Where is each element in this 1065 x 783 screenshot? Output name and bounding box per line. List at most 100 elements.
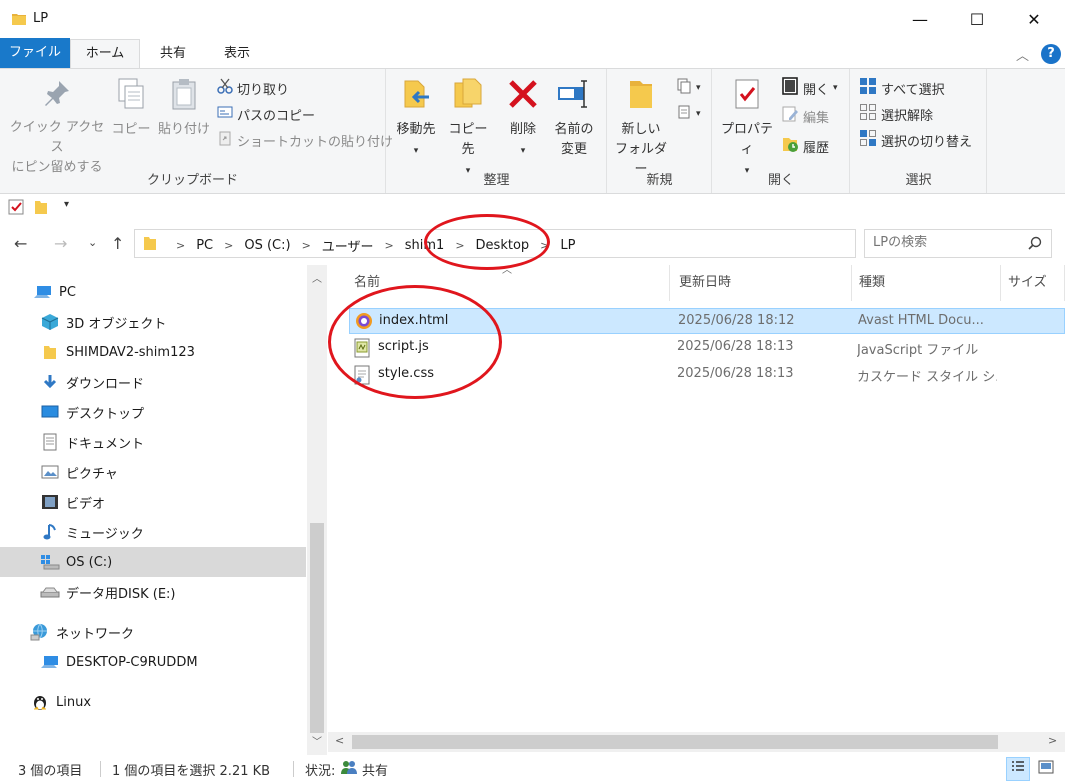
history-label: 履歴 bbox=[803, 140, 830, 156]
large-icons-view-button[interactable] bbox=[1034, 757, 1058, 781]
folder-icon bbox=[12, 12, 26, 30]
clipboard-group: クイック アクセス にピン留めする コピー 貼り付け 切り取り パスのコピー シ… bbox=[0, 69, 393, 193]
customize-qat-icon[interactable]: ▾ bbox=[64, 199, 69, 210]
nav-item-data-disk[interactable]: データ用DISK (E:) bbox=[0, 577, 306, 607]
nav-item-videos[interactable]: ビデオ bbox=[0, 487, 306, 517]
cut-button[interactable]: 切り取り bbox=[217, 77, 289, 99]
file-name: style.css bbox=[378, 366, 434, 381]
breadcrumb-os-drive[interactable]: OS (C:) bbox=[244, 238, 290, 253]
maximize-button[interactable]: ☐ bbox=[948, 0, 1006, 38]
breadcrumb-pc[interactable]: PC bbox=[196, 238, 213, 253]
move-to-button[interactable]: 移動先 ▾ bbox=[391, 77, 441, 161]
paste-label: 貼り付け bbox=[157, 122, 210, 137]
scroll-down-arrow-icon[interactable]: ﹀ bbox=[312, 733, 322, 748]
nav-item-downloads[interactable]: ダウンロード bbox=[0, 367, 306, 397]
move-to-icon bbox=[391, 77, 441, 118]
nav-scrollbar-thumb[interactable] bbox=[310, 523, 324, 733]
nav-item-music[interactable]: ミュージック bbox=[0, 517, 306, 547]
nav-item-documents[interactable]: ドキュメント bbox=[0, 427, 306, 457]
nav-label: 3D オブジェクト bbox=[66, 316, 167, 332]
nav-item-3d-objects[interactable]: 3D オブジェクト bbox=[0, 307, 306, 337]
breadcrumb-lp[interactable]: LP bbox=[560, 238, 575, 253]
nav-item-desktop[interactable]: デスクトップ bbox=[0, 397, 306, 427]
rename-button[interactable]: 名前の 変更 bbox=[549, 77, 599, 160]
help-icon[interactable]: ? bbox=[1041, 44, 1061, 64]
new-folder-qat-icon[interactable] bbox=[34, 199, 48, 219]
properties-button[interactable]: プロパティ ▾ bbox=[716, 77, 778, 181]
chevron-right-icon[interactable]: > bbox=[385, 239, 394, 252]
search-input[interactable] bbox=[873, 235, 1023, 250]
address-row: ← → ⌄ ↑ > PC > OS (C:) > ユーザー > shim1 > … bbox=[0, 226, 1065, 262]
paste-button[interactable]: 貼り付け bbox=[156, 77, 212, 140]
chevron-right-icon[interactable]: > bbox=[540, 239, 549, 252]
chevron-right-icon[interactable]: > bbox=[302, 239, 311, 252]
chevron-right-icon[interactable]: > bbox=[176, 239, 185, 252]
chevron-right-icon[interactable]: > bbox=[224, 239, 233, 252]
details-view-button[interactable] bbox=[1006, 757, 1030, 781]
file-row[interactable]: index.html 2025/06/28 18:12 Avast HTML D… bbox=[349, 308, 1065, 334]
back-arrow-icon[interactable]: ← bbox=[14, 234, 27, 253]
forward-arrow-icon[interactable]: → bbox=[54, 234, 67, 253]
column-header-name[interactable]: 名前 ︿ bbox=[347, 265, 670, 301]
open-button[interactable]: 開く ▾ bbox=[781, 77, 838, 99]
file-row[interactable]: style.css 2025/06/28 18:13 カスケード スタイル シ.… bbox=[349, 362, 1065, 388]
nav-item-desktop-c9ruddm[interactable]: DESKTOP-C9RUDDM bbox=[0, 647, 306, 677]
new-folder-icon bbox=[610, 77, 672, 118]
nav-item-linux[interactable]: Linux bbox=[0, 687, 306, 717]
tab-share[interactable]: 共有 bbox=[148, 40, 198, 68]
move-to-label: 移動先 bbox=[396, 122, 436, 137]
select-none-button[interactable]: 選択解除 bbox=[859, 103, 933, 125]
list-horizontal-scrollbar[interactable]: < > bbox=[328, 732, 1065, 752]
breadcrumb-shim1[interactable]: shim1 bbox=[405, 238, 445, 253]
column-header-size[interactable]: サイズ bbox=[1001, 265, 1065, 301]
close-button[interactable]: ✕ bbox=[1005, 0, 1063, 38]
paste-shortcut-button[interactable]: ショートカットの貼り付け bbox=[217, 129, 393, 151]
file-type: Avast HTML Docu... bbox=[858, 313, 984, 328]
pin-quick-access-button[interactable]: クイック アクセス にピン留めする bbox=[6, 77, 108, 178]
breadcrumb-users[interactable]: ユーザー bbox=[322, 236, 374, 255]
recent-locations-chevron-icon[interactable]: ⌄ bbox=[88, 236, 97, 249]
scroll-up-arrow-icon[interactable]: ︿ bbox=[312, 270, 322, 285]
rename-icon bbox=[549, 77, 599, 118]
scroll-left-arrow-icon[interactable]: < bbox=[335, 734, 344, 747]
copy-button[interactable]: コピー bbox=[110, 77, 152, 140]
nav-item-shimdav2[interactable]: SHIMDAV2-shim123 bbox=[0, 337, 306, 367]
minimize-button[interactable]: — bbox=[891, 0, 949, 38]
properties-qat-icon[interactable] bbox=[8, 199, 24, 219]
nav-item-network[interactable]: ネットワーク bbox=[0, 617, 306, 647]
column-header-modified[interactable]: 更新日時 bbox=[672, 265, 852, 301]
select-all-button[interactable]: すべて選択 bbox=[859, 77, 945, 99]
file-row[interactable]: script.js 2025/06/28 18:13 JavaScript ファ… bbox=[349, 335, 1065, 361]
new-item-button[interactable]: ▾ bbox=[676, 77, 701, 99]
copy-label: コピー bbox=[111, 122, 151, 137]
new-folder-button[interactable]: 新しい フォルダー bbox=[610, 77, 672, 180]
copy-to-button[interactable]: コピー先 ▾ bbox=[443, 77, 493, 181]
nav-vertical-scrollbar[interactable]: ︿ ﹀ bbox=[307, 265, 327, 755]
easy-access-button[interactable]: ▾ bbox=[676, 103, 701, 125]
address-bar[interactable]: > PC > OS (C:) > ユーザー > shim1 > Desktop … bbox=[134, 229, 985, 258]
open-label: 開く bbox=[803, 82, 830, 98]
scroll-right-arrow-icon[interactable]: > bbox=[1048, 734, 1057, 747]
up-arrow-icon[interactable]: ↑ bbox=[111, 234, 124, 253]
history-button[interactable]: 履歴 bbox=[781, 135, 829, 157]
invert-selection-button[interactable]: 選択の切り替え bbox=[859, 129, 972, 151]
list-scrollbar-thumb[interactable] bbox=[352, 735, 998, 749]
collapse-ribbon-icon[interactable]: ︿ bbox=[1016, 45, 1029, 64]
tab-file[interactable]: ファイル bbox=[0, 38, 70, 68]
nav-item-os-drive[interactable]: OS (C:) bbox=[0, 547, 306, 577]
properties-label: プロパティ bbox=[720, 122, 773, 157]
nav-item-pictures[interactable]: ピクチャ bbox=[0, 457, 306, 487]
nav-item-pc[interactable]: PC bbox=[0, 277, 306, 307]
delete-button[interactable]: 削除 ▾ bbox=[503, 77, 543, 161]
pc-icon bbox=[33, 282, 53, 302]
select-group: すべて選択 選択解除 選択の切り替え 選択 bbox=[851, 69, 987, 193]
tab-home[interactable]: ホーム bbox=[70, 39, 140, 69]
column-header-type[interactable]: 種類 bbox=[852, 265, 1001, 301]
search-box[interactable] bbox=[864, 229, 1052, 258]
breadcrumb-desktop[interactable]: Desktop bbox=[476, 238, 530, 253]
chevron-right-icon[interactable]: > bbox=[455, 239, 464, 252]
copy-path-button[interactable]: パスのコピー bbox=[217, 103, 315, 125]
edit-button[interactable]: 編集 bbox=[781, 105, 829, 127]
tab-view[interactable]: 表示 bbox=[212, 40, 262, 68]
file-modified: 2025/06/28 18:13 bbox=[677, 366, 794, 381]
